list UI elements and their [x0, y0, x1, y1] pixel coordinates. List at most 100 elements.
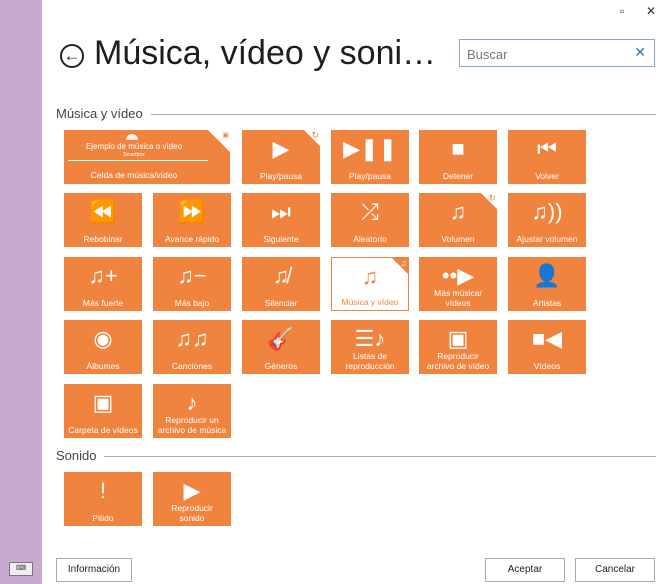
tile-icon: ◉ [93, 326, 113, 351]
tile-label: Artistas [532, 298, 562, 308]
tile-label: Avance rápido [164, 234, 220, 244]
tile-label: Siguiente [263, 234, 299, 244]
tile-label: Rebobinar [83, 234, 123, 244]
section-label: Sonido [56, 448, 105, 463]
tile-label: Play/pausa [259, 171, 303, 181]
tile-más-música-vídeos[interactable]: ••▶ Más música/ vídeos [419, 257, 497, 311]
tile-icon: ♪ [186, 390, 198, 415]
desktop-strip: ⌨ [0, 0, 42, 584]
tile-label: Música y vídeo [341, 297, 399, 307]
tile-icon: ♫)) [531, 199, 563, 224]
tile-label: Volver [535, 171, 559, 181]
tile-play-pausa[interactable]: ▶❚❚ Play/pausa [331, 130, 409, 184]
tile-música-y-vídeo[interactable]: ♫ Música y vídeo ♫ [331, 257, 409, 311]
tile-icon: ⤮ [361, 199, 379, 224]
tile-carpeta-de-vídeos[interactable]: ▣ Carpeta de vídeos [64, 384, 142, 438]
tile-label: Play/pausa [348, 171, 392, 181]
tile-icon: ⏩ [178, 199, 206, 224]
search-input[interactable] [465, 41, 629, 67]
tile-icon: ♫+ [88, 263, 118, 288]
tile-más-fuerte[interactable]: ♫+ Más fuerte [64, 257, 142, 311]
tile-volumen[interactable]: ♫ Volumen ↻ [419, 193, 497, 247]
tile-detener[interactable]: ■ Detener [419, 130, 497, 184]
tile-play-pausa[interactable]: ▶ Play/pausa ↻ [242, 130, 320, 184]
back-arrow-icon[interactable]: ← [60, 44, 84, 68]
tile-pitido[interactable]: ! Pitido [64, 472, 142, 526]
tile-icon: ▣ [92, 390, 114, 415]
info-button[interactable]: Información [56, 558, 132, 582]
cell-source-text: Smartbox [123, 152, 145, 158]
tile-artistas[interactable]: 👤 Artistas [508, 257, 586, 311]
tile-label: Volumen [441, 234, 475, 244]
tile-icon: ▣ [447, 326, 469, 351]
keyboard-icon[interactable]: ⌨ [9, 562, 33, 576]
tile-más-bajo[interactable]: ♫− Más bajo [153, 257, 231, 311]
tile-label: Silenciar [264, 298, 298, 308]
tile-icon: ▶❚❚ [343, 136, 397, 161]
tile-reproducir-un-archivo-de-música[interactable]: ♪ Reproducir un archivo de música [153, 384, 231, 438]
tile-avance-rápido[interactable]: ⏩ Avance rápido [153, 193, 231, 247]
tile-icon: ■◀ [531, 326, 563, 351]
tile-silenciar[interactable]: ♫̸ Silenciar [242, 257, 320, 311]
tile-canciones[interactable]: ♫♫ Canciones [153, 320, 231, 374]
section-music-video: Música y vídeo [56, 106, 656, 122]
tile-label: Más bajo [174, 298, 210, 308]
tile-aleatorio[interactable]: ⤮ Aleatorio [331, 193, 409, 247]
tile-label: Carpeta de vídeos [68, 425, 138, 435]
tile-icon: ! [99, 478, 107, 503]
tile-vídeos[interactable]: ■◀ Vídeos [508, 320, 586, 374]
section-label: Música y vídeo [56, 106, 151, 121]
tile-volver[interactable]: ⏮ Volver [508, 130, 586, 184]
tile-music-video-cell[interactable]: Ejemplo de música o vídeo Smartbox Celda… [64, 130, 230, 184]
tile-label: Canciones [171, 361, 213, 371]
tile-icon: ••▶ [441, 263, 475, 288]
tile-label: Más música/ vídeos [434, 288, 482, 308]
tile-álbumes[interactable]: ◉ Álbumes [64, 320, 142, 374]
clear-search-icon[interactable]: ✕ [634, 44, 646, 61]
tile-badge-icon: ↻ [488, 193, 496, 203]
tile-label: Álbumes [86, 361, 120, 371]
tile-reproducir-archivo-de-vídeo[interactable]: ▣ Reproducir archivo de vídeo [419, 320, 497, 374]
page-title: Música, vídeo y soni… [94, 34, 437, 72]
tile-icon: ■ [451, 136, 465, 161]
tile-label: Listas de reproducción [345, 351, 395, 371]
tile-label: Géneros [264, 361, 298, 371]
cancel-button[interactable]: Cancelar [575, 558, 655, 582]
tile-icon: 🎸 [267, 326, 295, 351]
tile-label: Aleatorio [353, 234, 387, 244]
tile-reproducir-sonido[interactable]: ▶ Reproducir sonido [153, 472, 231, 526]
tile-icon: ♫♫ [175, 326, 209, 351]
cell-preview-icon [126, 134, 138, 140]
tile-label: Ajustar volumen [516, 234, 578, 244]
tile-label: Reproducir un archivo de música [157, 415, 227, 435]
settings-window: ▫ ✕ ← Música, vídeo y soni… ✕ Música y v… [42, 0, 669, 584]
tile-listas-de-reproducción[interactable]: ☰♪ Listas de reproducción [331, 320, 409, 374]
tile-icon: ▶ [183, 478, 201, 503]
tile-badge-icon: ♫ [400, 258, 407, 268]
tile-icon: ⏮ [537, 136, 557, 161]
tile-icon: ☰♪ [354, 326, 386, 351]
tile-label: Vídeos [533, 361, 561, 371]
tile-icon: 👤 [533, 263, 561, 288]
tile-label: Reproducir sonido [171, 503, 213, 523]
tile-label: Más fuerte [82, 298, 124, 308]
tile-label: Pitido [92, 513, 114, 523]
tile-ajustar-volumen[interactable]: ♫)) Ajustar volumen [508, 193, 586, 247]
close-icon[interactable]: ✕ [646, 4, 656, 18]
cell-type-icon: ▣ [222, 132, 229, 139]
search-box[interactable]: ✕ [459, 39, 655, 67]
cell-example-text: Ejemplo de música o vídeo [85, 142, 183, 151]
tile-label: Detener [442, 171, 474, 181]
tile-siguiente[interactable]: ⏭ Siguiente [242, 193, 320, 247]
tile-géneros[interactable]: 🎸 Géneros [242, 320, 320, 374]
minimize-icon[interactable]: ▫ [620, 4, 624, 18]
tile-label: Reproducir archivo de vídeo [426, 351, 490, 371]
tile-rebobinar[interactable]: ⏪ Rebobinar [64, 193, 142, 247]
tile-icon: ⏭ [271, 199, 291, 224]
accept-button[interactable]: Aceptar [485, 558, 565, 582]
tile-icon: ⏪ [89, 199, 117, 224]
tile-label: Celda de música/vídeo [90, 170, 178, 180]
tile-icon: ♫̸ [272, 263, 290, 288]
section-sound: Sonido [56, 448, 656, 464]
tile-badge-icon: ↻ [311, 130, 319, 140]
